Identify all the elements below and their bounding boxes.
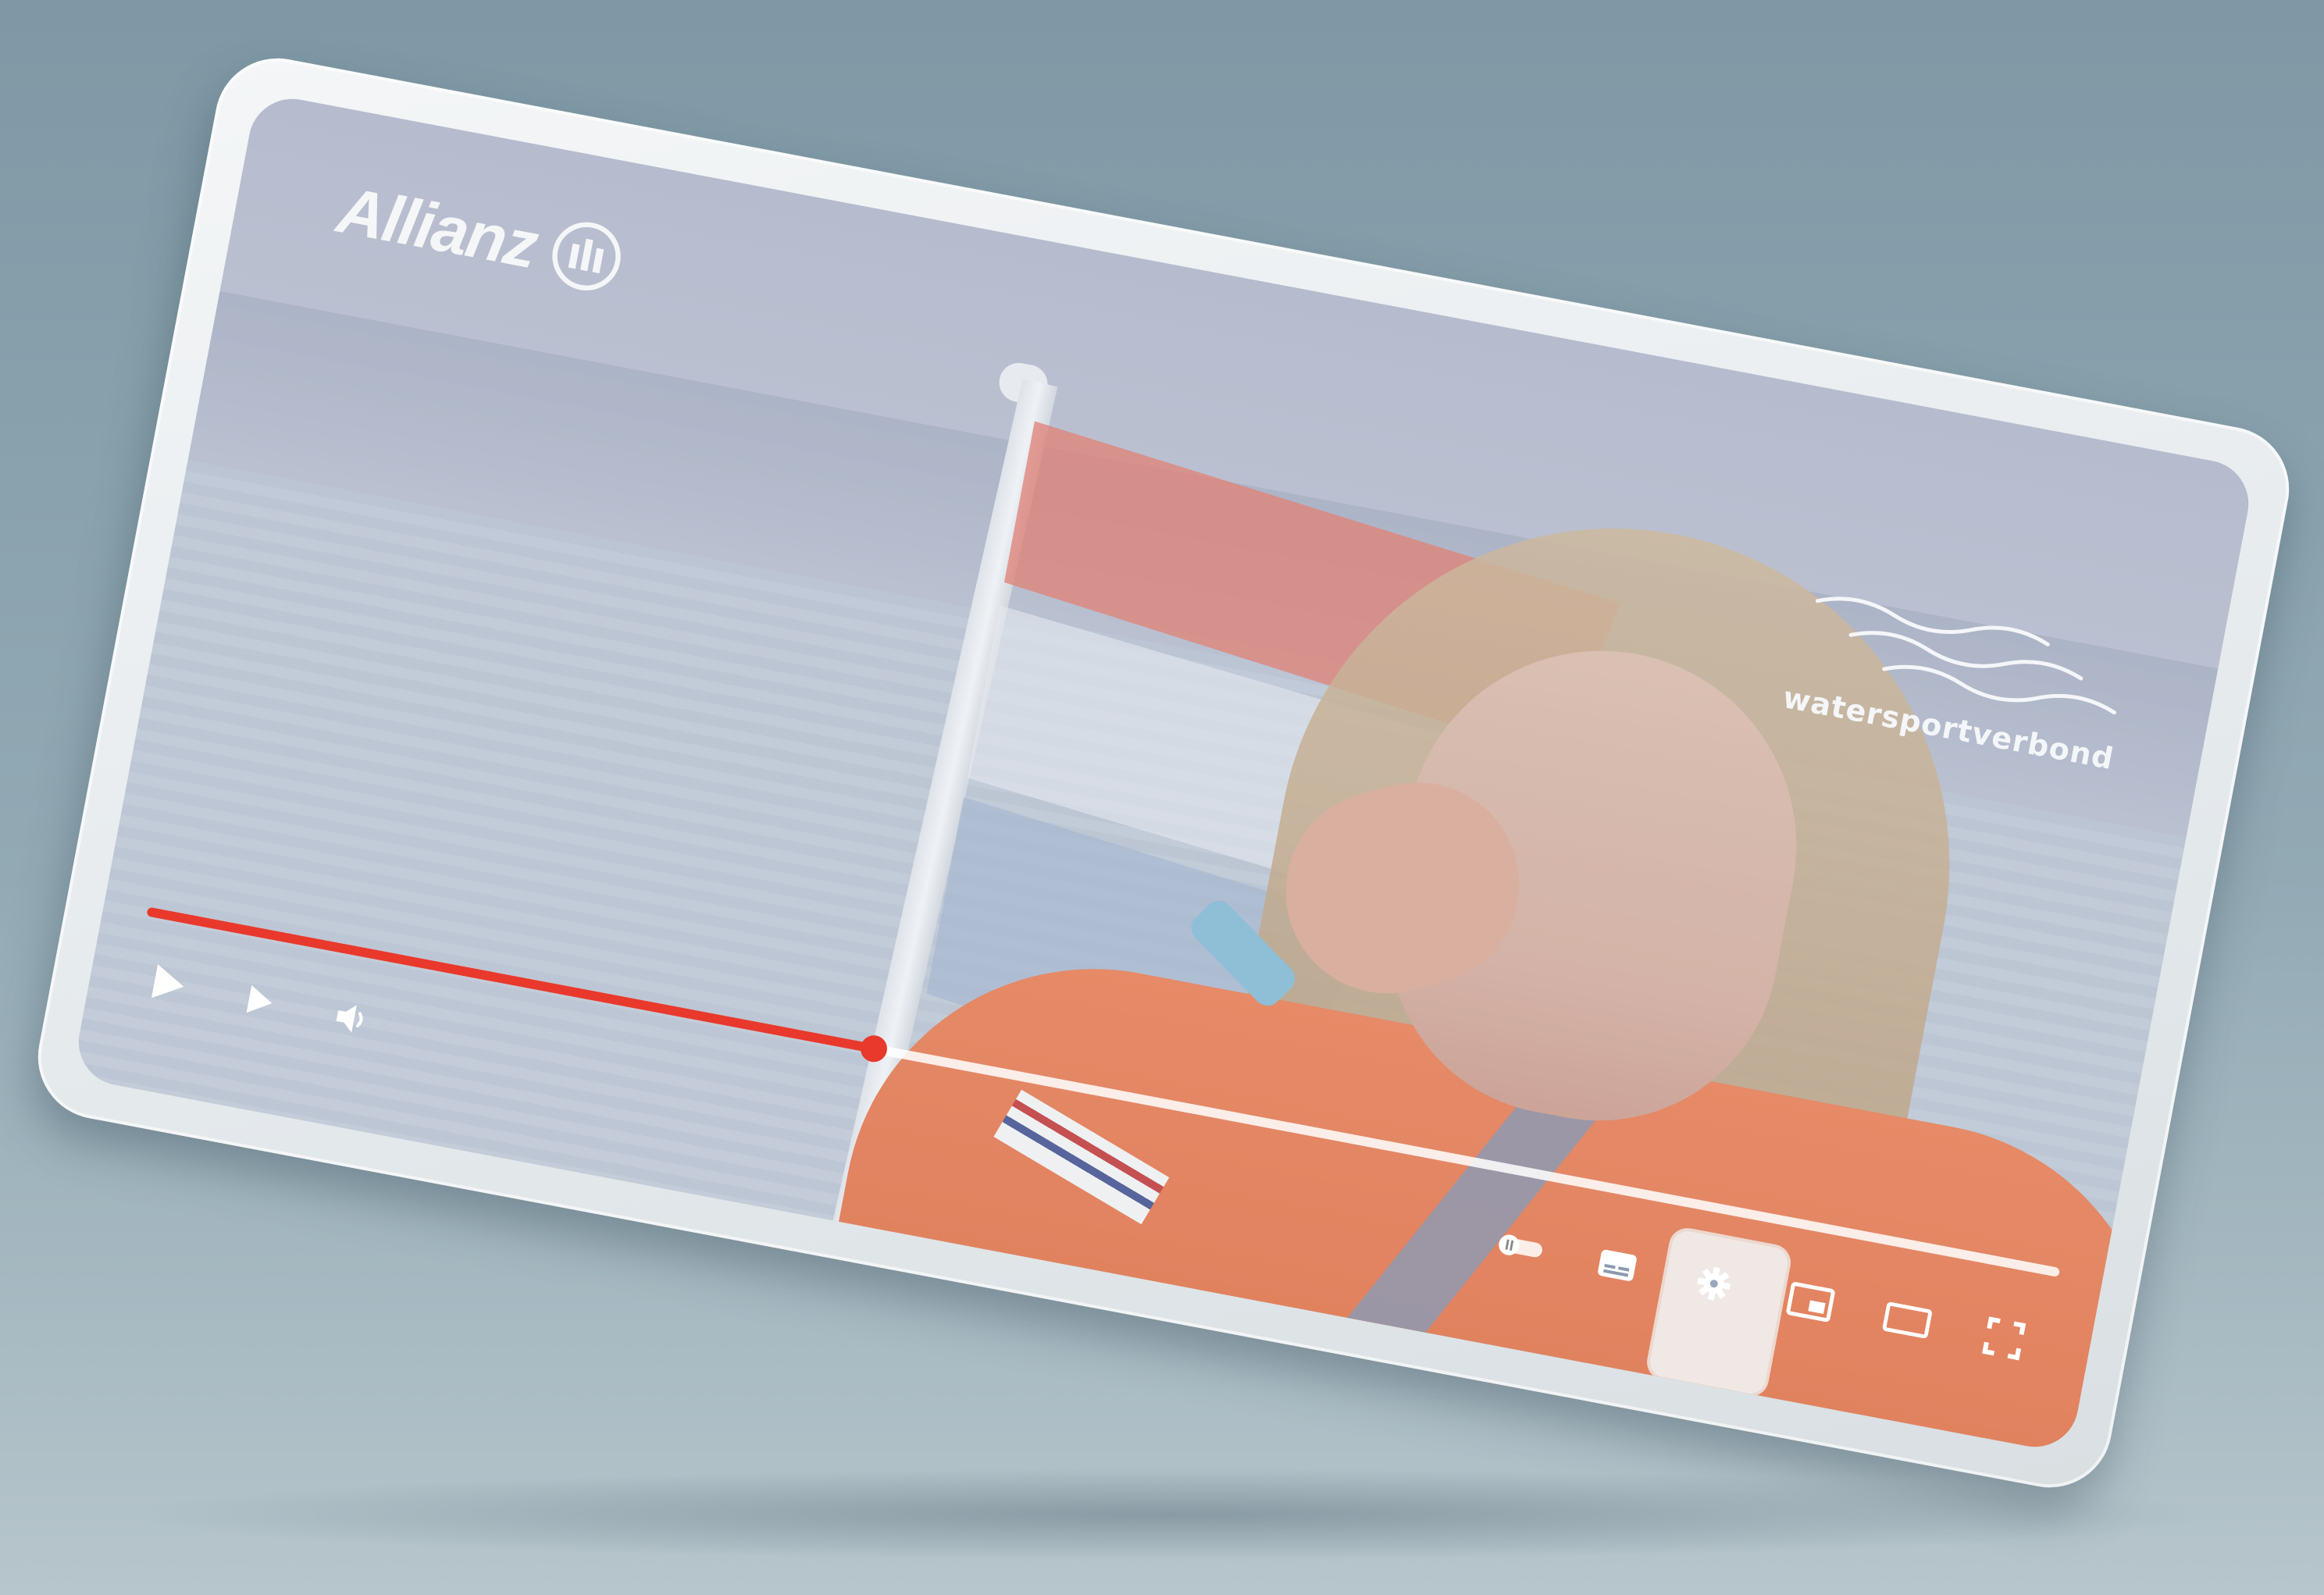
- scene: Allianz watersportverbond: [0, 0, 2324, 1595]
- play-icon: [151, 964, 184, 999]
- theater-mode-button[interactable]: [1880, 1293, 1934, 1348]
- allianz-emblem-icon: [552, 222, 621, 290]
- miniplayer-button[interactable]: [1784, 1275, 1838, 1330]
- volume-button[interactable]: [325, 992, 380, 1046]
- subtitles-button[interactable]: [1590, 1238, 1645, 1293]
- play-button[interactable]: [141, 956, 196, 1011]
- settings-button[interactable]: [1687, 1256, 1741, 1311]
- volume-icon: [336, 1005, 363, 1033]
- tablet-device: Allianz watersportverbond: [27, 48, 2300, 1498]
- fullscreen-icon: [1982, 1316, 2026, 1361]
- theater-mode-icon: [1882, 1301, 1933, 1339]
- subtitles-icon: [1598, 1249, 1637, 1281]
- next-button[interactable]: [233, 974, 288, 1028]
- miniplayer-icon: [1786, 1282, 1835, 1323]
- video-player[interactable]: Allianz watersportverbond: [71, 91, 2256, 1454]
- autoplay-toggle[interactable]: [1493, 1219, 1548, 1274]
- device-shadow: [117, 1468, 2226, 1561]
- settings-gear-icon: [1697, 1266, 1731, 1301]
- autoplay-toggle-icon: [1499, 1234, 1542, 1258]
- fullscreen-button[interactable]: [1976, 1311, 2031, 1365]
- next-icon: [246, 984, 273, 1013]
